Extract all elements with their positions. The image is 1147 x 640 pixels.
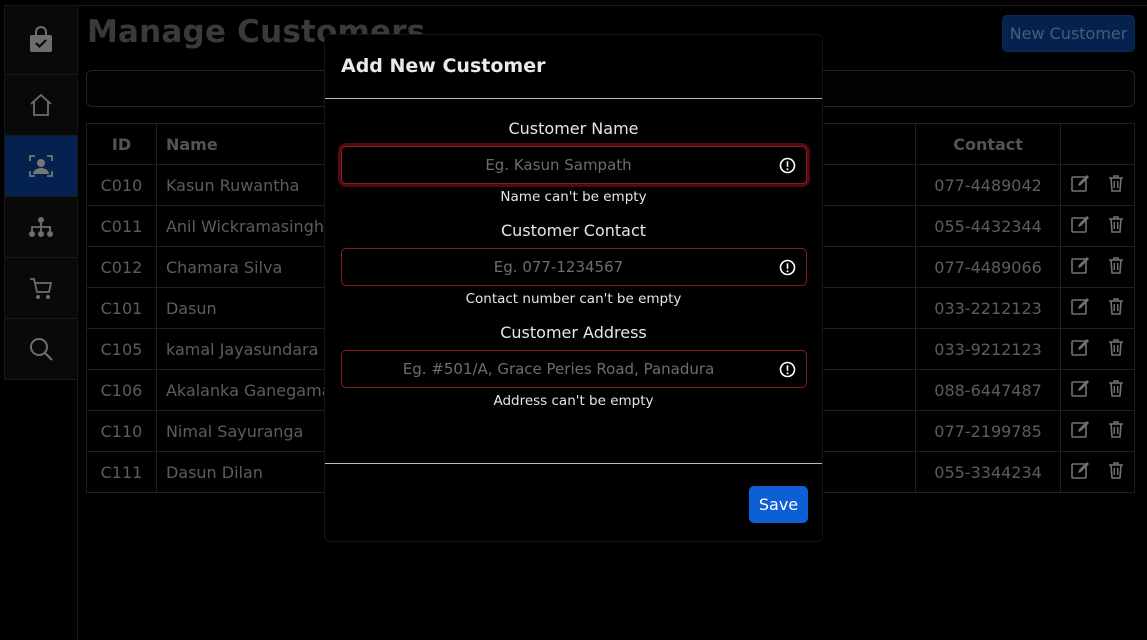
customer-address-error: Address can't be empty [493,393,654,409]
customer-contact-field: Customer Contact Contact number can't be… [340,221,807,307]
customer-contact-input[interactable] [341,249,806,285]
customer-contact-error: Contact number can't be empty [465,291,682,307]
customer-address-field: Customer Address Address can't be empty [340,323,807,409]
customer-name-input[interactable] [341,147,806,183]
customer-name-error: Name can't be empty [500,189,647,205]
save-button[interactable]: Save [749,486,808,523]
modal-body: Customer Name Name can't be empty Custom… [325,99,822,464]
modal-header: Add New Customer [325,35,822,99]
customer-address-label: Customer Address [500,323,647,342]
customer-contact-wrapper [340,248,807,286]
customer-address-input[interactable] [341,351,806,387]
customer-name-label: Customer Name [508,119,639,138]
add-customer-modal: Add New Customer Customer Name Name can'… [324,34,823,542]
customer-name-wrapper [340,146,807,184]
error-icon [779,361,795,378]
customer-address-wrapper [340,350,807,388]
modal-title: Add New Customer [341,55,546,77]
customer-name-field: Customer Name Name can't be empty [340,119,807,205]
error-icon [779,259,795,276]
customer-contact-label: Customer Contact [500,221,647,240]
error-icon [779,157,795,174]
